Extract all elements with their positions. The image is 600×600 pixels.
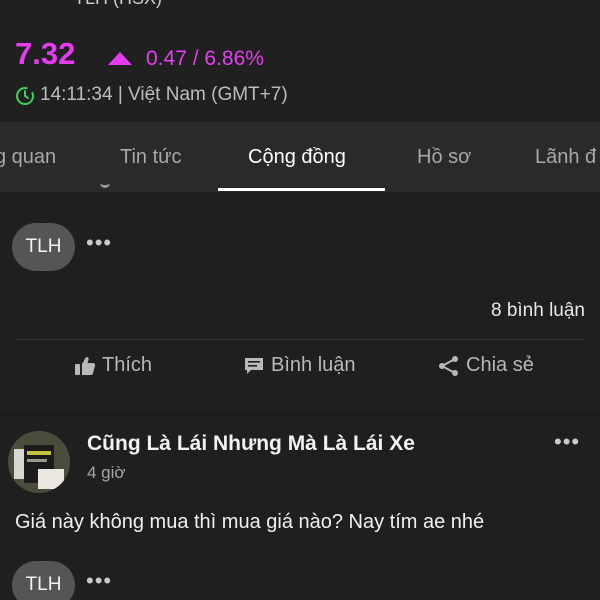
like-label: Thích	[102, 354, 153, 376]
more-icon[interactable]: •••	[554, 429, 580, 455]
more-icon[interactable]: •••	[86, 230, 112, 256]
post-text: Giá này không mua thì mua giá nào? Nay t…	[15, 511, 485, 533]
author-name[interactable]: Cũng Là Lái Nhưng Mà Là Lái Xe	[87, 432, 415, 456]
comment-label: Bình luận	[271, 354, 356, 376]
post-time: 4 giờ	[87, 463, 126, 482]
clock-icon	[16, 87, 34, 105]
tab-community[interactable]: Cộng đồng	[248, 146, 346, 169]
thumbs-up-icon	[75, 356, 96, 375]
share-icon	[439, 355, 458, 376]
share-button[interactable]: Chia sẻ	[438, 354, 534, 377]
post-card: TLH ••• 8 bình luận Thích Bình luận Chia…	[0, 185, 600, 414]
stock-header: TLH (HSX) 7.32 0.47 / 6.86% 14:11:34 | V…	[0, 0, 600, 122]
more-icon[interactable]: •••	[86, 568, 112, 594]
book-image-icon	[8, 431, 70, 493]
post-card: Cũng Là Lái Nhưng Mà Là Lái Xe 4 giờ •••…	[0, 414, 600, 600]
tab-leadership[interactable]: Lãnh đ	[535, 146, 596, 169]
ticker-label: TLH (HSX)	[74, 0, 162, 9]
timestamp: 14:11:34 | Việt Nam (GMT+7)	[40, 84, 288, 105]
comment-count[interactable]: 8 bình luận	[491, 300, 585, 322]
share-label: Chia sẻ	[466, 354, 534, 376]
stock-tag-chip[interactable]: TLH	[12, 561, 75, 600]
price-change: 0.47 / 6.86%	[146, 47, 264, 70]
triangle-up-icon	[108, 52, 132, 65]
tab-bar: g quan Tin tức Cộng đồng Hồ sơ Lãnh đ	[0, 122, 600, 192]
comment-bubble-icon	[245, 357, 263, 374]
author-avatar[interactable]	[8, 431, 70, 493]
comment-button[interactable]: Bình luận	[243, 354, 356, 377]
stock-tag-chip[interactable]: TLH	[12, 223, 75, 271]
tab-overview[interactable]: g quan	[0, 146, 56, 169]
stock-price: 7.32	[15, 36, 76, 71]
tab-profile[interactable]: Hồ sơ	[417, 146, 471, 169]
active-tab-indicator	[218, 188, 385, 191]
divider	[15, 339, 585, 340]
like-button[interactable]: Thích	[74, 354, 152, 377]
tab-news[interactable]: Tin tức	[120, 146, 182, 169]
